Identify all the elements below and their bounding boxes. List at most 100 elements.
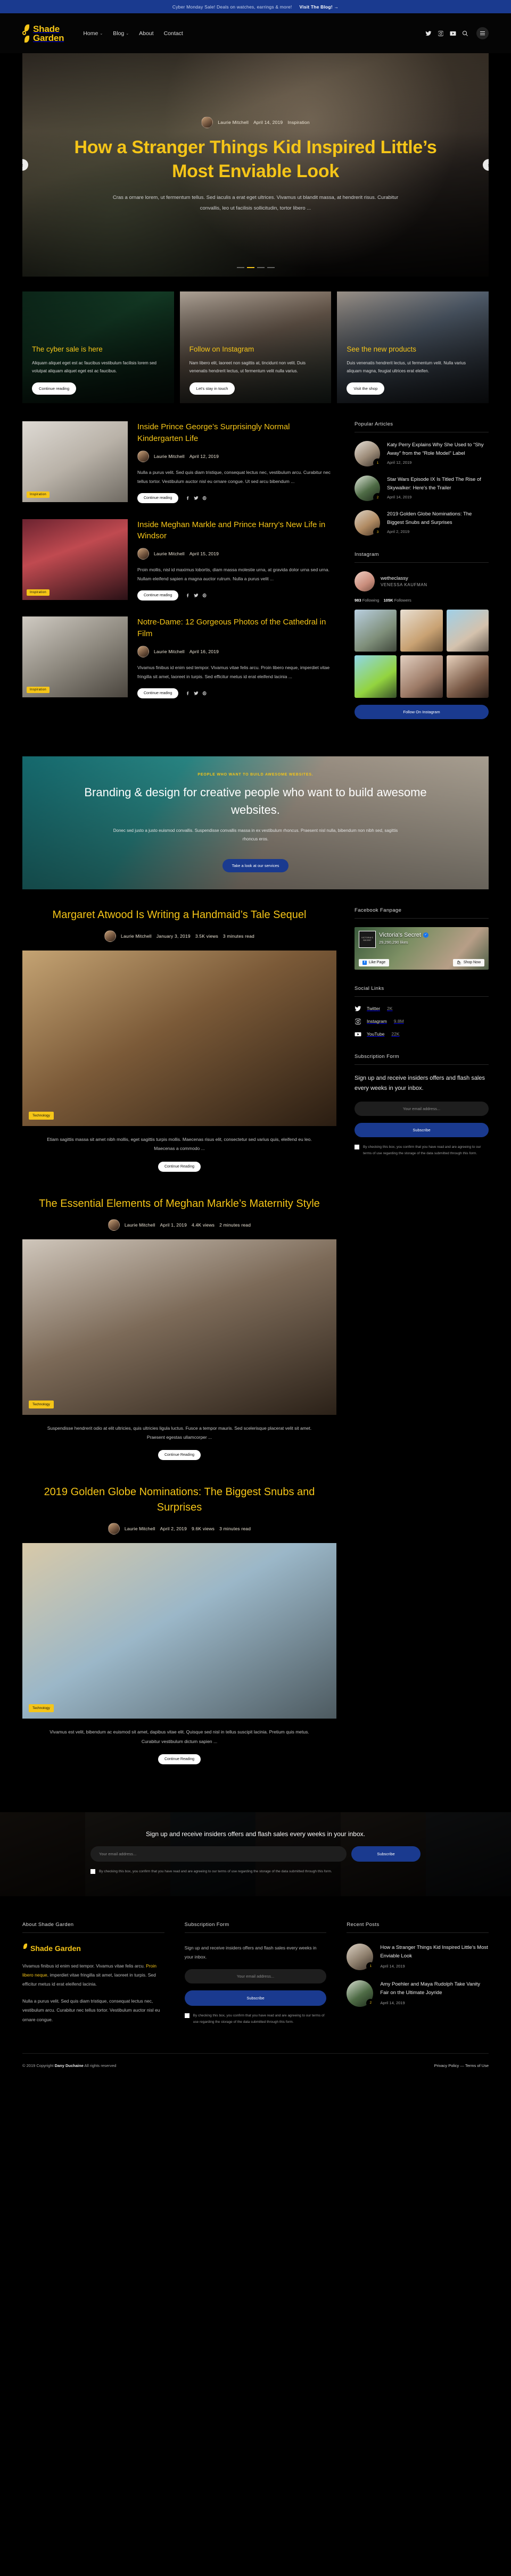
twitter-icon[interactable] [194, 593, 199, 598]
post-title[interactable]: Notre-Dame: 12 Gorgeous Photos of the Ca… [137, 616, 336, 640]
popular-article-item[interactable]: 3 2019 Golden Globe Nominations: The Big… [355, 510, 489, 537]
promo-card-button[interactable]: Continue reading [32, 382, 77, 395]
post-list-item[interactable]: Inspiration Inside Prince George’s Surpr… [22, 421, 336, 503]
hero-dot[interactable] [257, 267, 265, 268]
nav-item-contact[interactable]: Contact [164, 30, 183, 37]
continue-reading-button[interactable]: Continue Reading [158, 1450, 201, 1461]
post-list-item[interactable]: Inspiration Inside Meghan Markle and Pri… [22, 519, 336, 601]
hero-pagination[interactable] [22, 267, 489, 268]
promo-card[interactable]: The cyber sale is here Aliquam aliquet e… [22, 291, 174, 403]
instagram-photo[interactable] [355, 610, 397, 652]
popular-article-item[interactable]: 1 Katy Perry Explains Why She Used to “S… [355, 441, 489, 468]
popular-title[interactable]: Star Wars Episode IX Is Titled The Rise … [387, 476, 489, 492]
email-field[interactable] [90, 1846, 347, 1862]
post-thumbnail[interactable]: Inspiration [22, 616, 128, 697]
featured-image[interactable]: Technology [22, 1239, 336, 1415]
post-title[interactable]: Inside Meghan Markle and Prince Harry’s … [137, 519, 336, 543]
post-list-item[interactable]: Inspiration Notre-Dame: 12 Gorgeous Phot… [22, 616, 336, 698]
consent-row[interactable]: By checking this box, you confirm that y… [355, 1144, 489, 1156]
cta-button[interactable]: Take a look at our services [222, 859, 289, 873]
consent-row[interactable]: By checking this box, you confirm that y… [90, 1869, 421, 1874]
instagram-photo[interactable] [400, 610, 443, 652]
facebook-page-card[interactable]: VICTORIA'S SECRET Victoria's Secret ✓ 29… [355, 927, 489, 970]
twitter-icon[interactable] [425, 30, 432, 37]
privacy-policy-link[interactable]: Privacy Policy [434, 2063, 459, 2068]
instagram-icon[interactable] [438, 30, 444, 37]
hero-dot[interactable] [267, 267, 275, 268]
promo-card-button[interactable]: Visit the shop [347, 382, 385, 395]
recent-post-title[interactable]: Amy Poehler and Maya Rudolph Take Vanity… [380, 1980, 489, 1997]
hero-category[interactable]: Inspiration [287, 120, 309, 125]
featured-title[interactable]: Margaret Atwood Is Writing a Handmaid’s … [22, 907, 336, 923]
continue-reading-button[interactable]: Continue Reading [158, 1754, 201, 1765]
continue-reading-button[interactable]: Continue reading [137, 688, 179, 698]
pinterest-icon[interactable] [202, 691, 207, 696]
post-thumbnail[interactable]: Inspiration [22, 519, 128, 600]
facebook-icon[interactable] [185, 691, 190, 696]
twitter-icon[interactable] [194, 496, 199, 501]
footer-logo[interactable]: Shade Garden [22, 1943, 164, 1953]
promo-card[interactable]: See the new products Duis venenatis hend… [337, 291, 489, 403]
featured-article[interactable]: The Essential Elements of Meghan Markle’… [22, 1196, 336, 1461]
post-author[interactable]: Laurie Mitchell [154, 649, 185, 654]
popular-title[interactable]: 2019 Golden Globe Nominations: The Bigge… [387, 510, 489, 527]
hero-dot[interactable] [236, 267, 244, 268]
consent-checkbox[interactable] [184, 2013, 189, 2019]
featured-author[interactable]: Laurie Mitchell [125, 1526, 155, 1531]
featured-title[interactable]: The Essential Elements of Meghan Markle’… [22, 1196, 336, 1212]
promo-card[interactable]: Follow on Instagram Nam libero elit, lao… [179, 291, 332, 403]
featured-tag[interactable]: Technology [29, 1704, 54, 1713]
featured-image[interactable]: Technology [22, 1543, 336, 1719]
pinterest-icon[interactable] [202, 496, 207, 501]
featured-article[interactable]: Margaret Atwood Is Writing a Handmaid’s … [22, 907, 336, 1172]
recent-post-title[interactable]: How a Stranger Things Kid Inspired Littl… [380, 1944, 489, 1961]
continue-reading-button[interactable]: Continue reading [137, 590, 179, 601]
featured-author[interactable]: Laurie Mitchell [121, 933, 152, 939]
post-title[interactable]: Inside Prince George’s Surprisingly Norm… [137, 421, 336, 445]
instagram-photo[interactable] [446, 610, 489, 652]
youtube-icon[interactable] [450, 30, 456, 37]
facebook-shop-now-button[interactable]: 🛍 Shop Now [452, 958, 484, 966]
popular-title[interactable]: Katy Perry Explains Why She Used to “Shy… [387, 441, 489, 457]
instagram-handle[interactable]: wetheclassy [381, 576, 427, 581]
nav-item-home[interactable]: Home ⌄ [83, 30, 103, 37]
social-link-twitter[interactable]: Twitter 2K [355, 1005, 489, 1012]
hero-title[interactable]: How a Stranger Things Kid Inspired Littl… [60, 136, 451, 184]
consent-checkbox[interactable] [90, 1869, 95, 1874]
follow-on-instagram-button[interactable]: Follow On Instagram [355, 704, 489, 719]
instagram-profile[interactable]: wetheclassy VENESSA KAUFMAN [355, 571, 489, 591]
hero-author[interactable]: Laurie Mitchell [218, 120, 249, 125]
continue-reading-button[interactable]: Continue reading [137, 493, 179, 503]
recent-post-item[interactable]: 2 Amy Poehler and Maya Rudolph Take Vani… [347, 1980, 489, 2007]
featured-tag[interactable]: Technology [29, 1111, 54, 1120]
twitter-icon[interactable] [194, 691, 199, 696]
pinterest-icon[interactable] [202, 593, 207, 598]
promo-bar-link[interactable]: Visit The Blog! → [300, 4, 339, 10]
email-field[interactable] [184, 1969, 327, 1984]
recent-post-thumbnail[interactable]: 2 [347, 1980, 375, 2007]
consent-row[interactable]: By checking this box, you confirm that y… [184, 2013, 327, 2025]
post-tag[interactable]: Inspiration [27, 589, 50, 596]
popular-thumbnail[interactable]: 1 [355, 441, 382, 468]
featured-title[interactable]: 2019 Golden Globe Nominations: The Bigge… [22, 1485, 336, 1515]
social-link-youtube[interactable]: YouTube 22K [355, 1031, 489, 1038]
popular-thumbnail[interactable]: 2 [355, 476, 382, 502]
facebook-icon[interactable] [185, 496, 190, 501]
featured-image[interactable]: Technology [22, 950, 336, 1126]
search-icon[interactable] [462, 30, 468, 37]
hero-dot-active[interactable] [246, 267, 254, 268]
nav-item-blog[interactable]: Blog ⌄ [113, 30, 129, 37]
subscribe-button[interactable]: Subscribe [184, 1990, 327, 2006]
promo-card-button[interactable]: Let's stay in touch [189, 382, 235, 395]
consent-checkbox[interactable] [355, 1145, 359, 1150]
instagram-photo[interactable] [446, 655, 489, 698]
terms-of-use-link[interactable]: Terms of Use [465, 2063, 489, 2068]
post-tag[interactable]: Inspiration [27, 687, 50, 693]
menu-icon[interactable] [476, 27, 489, 39]
post-author[interactable]: Laurie Mitchell [154, 551, 185, 556]
email-field[interactable] [355, 1102, 489, 1116]
site-logo[interactable]: Shade Garden [22, 24, 64, 43]
subscribe-button[interactable]: Subscribe [355, 1123, 489, 1138]
featured-author[interactable]: Laurie Mitchell [125, 1222, 155, 1228]
recent-post-item[interactable]: 1 How a Stranger Things Kid Inspired Lit… [347, 1943, 489, 1971]
